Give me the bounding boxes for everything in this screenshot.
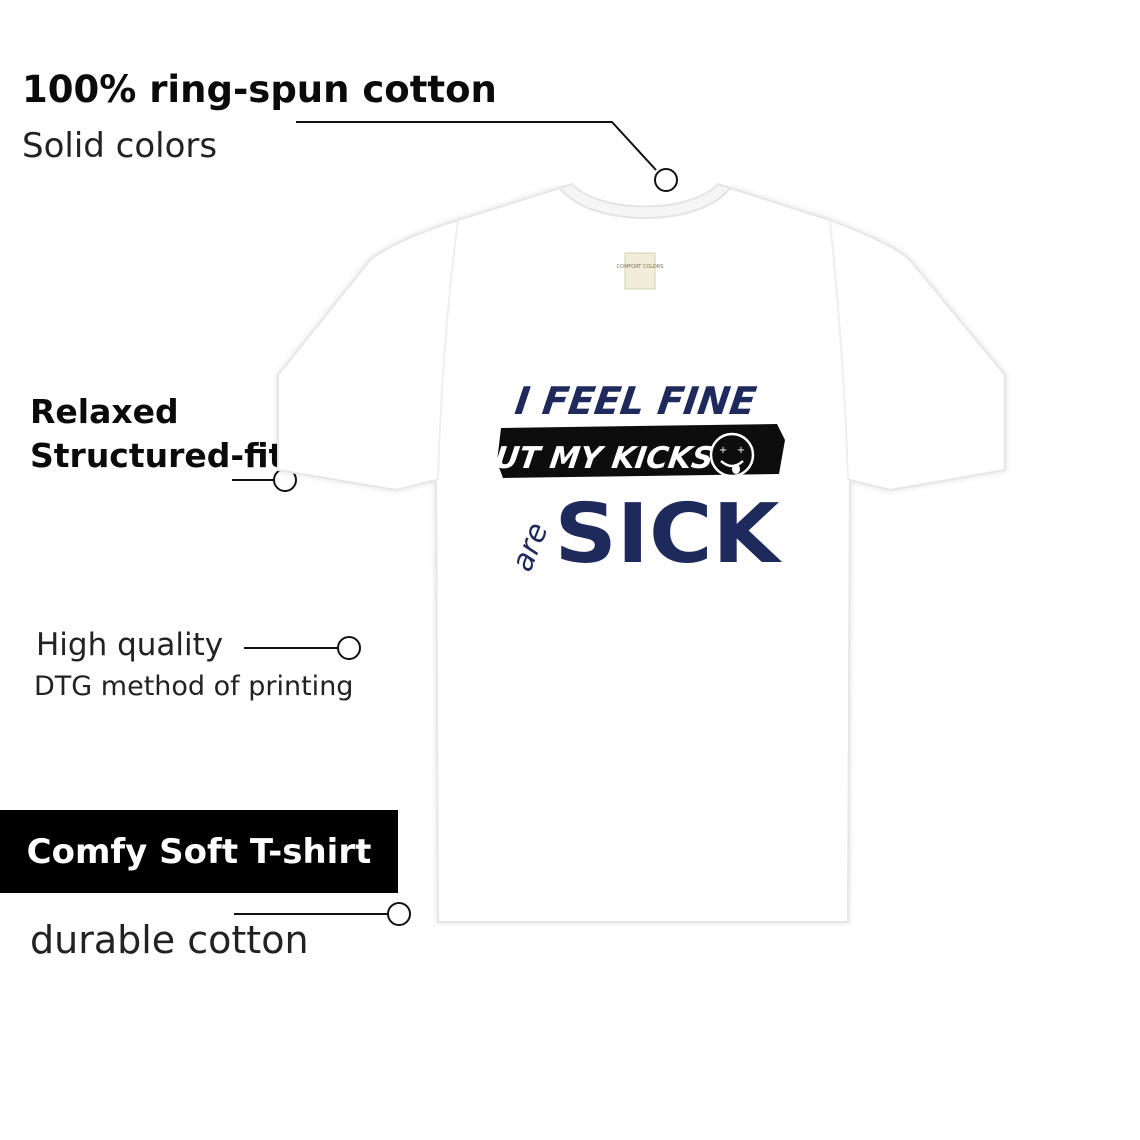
- print-line-2: BUT MY KICKS: [495, 441, 716, 476]
- print-line-3-big: SICK: [555, 487, 784, 575]
- print-line-3-small: are: [505, 518, 556, 575]
- neck-label-text: COMFORT COLORS: [617, 264, 664, 270]
- print-design: I FEEL FINE BUT MY KICKS + + are SICK: [495, 380, 785, 575]
- neck-label: [624, 252, 656, 290]
- svg-text:+: +: [719, 445, 727, 456]
- print-line-1: I FEEL FINE: [512, 380, 759, 424]
- smiley-icon: + +: [709, 432, 755, 478]
- cotton-connector-line: [296, 121, 657, 171]
- svg-text:+: +: [737, 445, 745, 456]
